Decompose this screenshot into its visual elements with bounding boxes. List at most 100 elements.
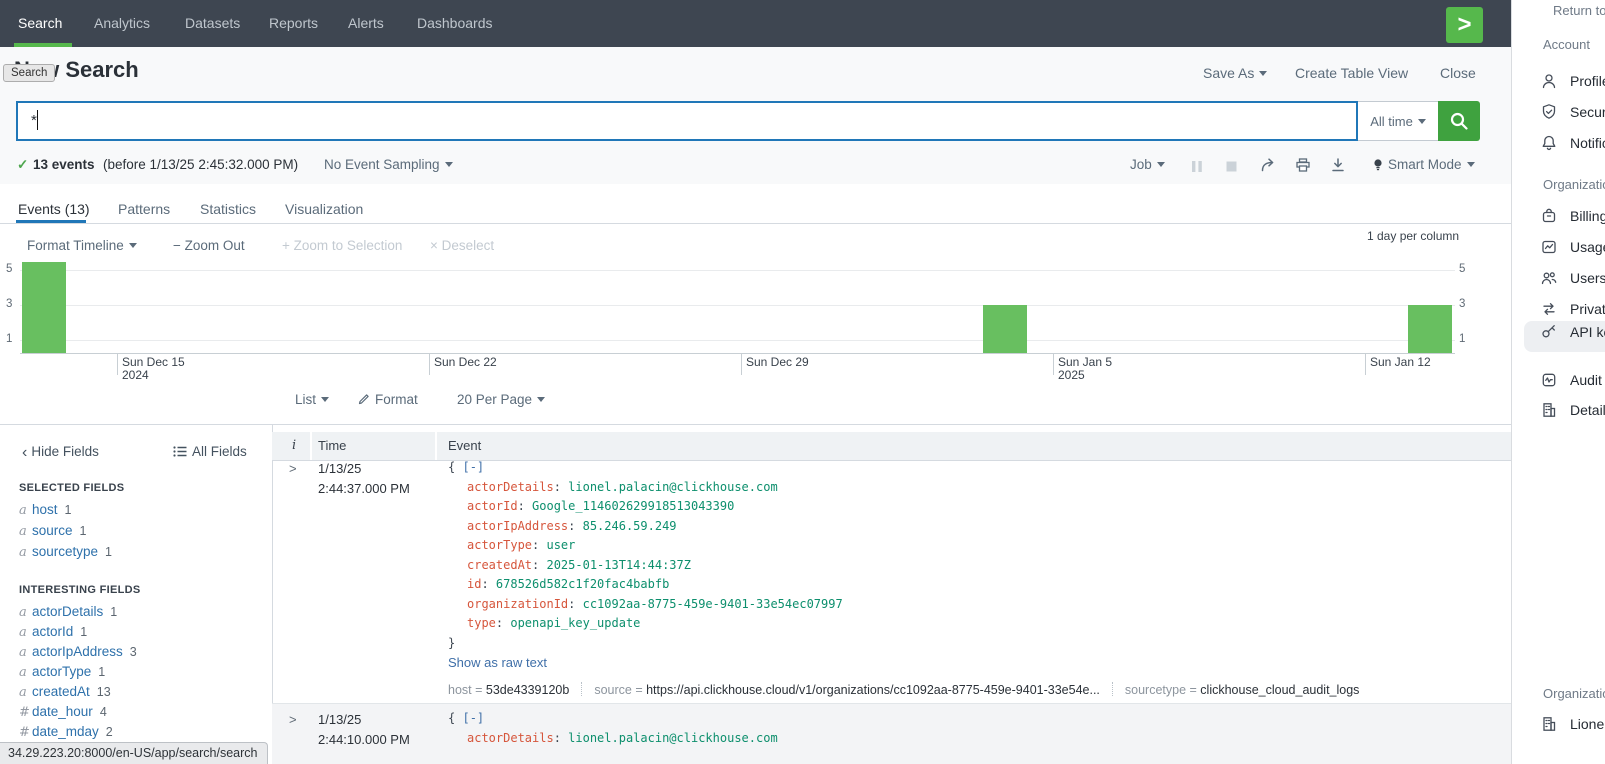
print-icon[interactable] [1296,158,1310,172]
download-icon[interactable] [1331,158,1345,172]
stop-icon [1226,161,1237,172]
field-row-actorIpAddress[interactable]: aactorIpAddress3 [19,644,137,664]
json-key[interactable]: actorId [467,499,532,513]
meta-source[interactable]: sourcehttps://api.clickhouse.cloud/v1/or… [594,683,1100,697]
field-row-date_hour[interactable]: #date_hour4 [19,704,137,724]
json-key[interactable]: type [467,616,510,630]
json-key[interactable]: organizationId [467,597,583,611]
json-key[interactable]: createdAt [467,558,546,572]
chevron-down-icon [1467,162,1475,167]
all-fields-label: All Fields [192,444,247,459]
field-row-actorType[interactable]: aactorType1 [19,664,137,684]
tab-visualization[interactable]: Visualization [285,201,363,217]
timeline-scale-note: 1 day per column [1367,230,1459,243]
menu-item-api-keys[interactable]: API keys [1570,324,1605,340]
field-row-actorDetails[interactable]: aactorDetails1 [19,604,137,624]
json-key[interactable]: id [467,577,496,591]
search-mode-dropdown[interactable]: Smart Mode [1388,157,1475,172]
field-row-source[interactable]: asource1 [19,523,112,544]
all-fields-button[interactable]: All Fields [173,444,247,459]
event-expander[interactable]: > [289,461,297,476]
nav-item-analytics[interactable]: Analytics [94,15,150,31]
menu-item-profile[interactable]: Profile [1570,73,1605,89]
zoom-out-button[interactable]: − Zoom Out [173,238,245,253]
key-icon [1540,322,1558,340]
timeline-bar[interactable] [1408,305,1452,353]
check-icon: ✓ [17,157,28,173]
account-section-header: Account [1543,37,1590,52]
bell-icon [1540,134,1558,152]
json-key[interactable]: actorIpAddress [467,519,583,533]
field-row-actorId[interactable]: aactorId1 [19,624,137,644]
tab-patterns[interactable]: Patterns [118,201,170,217]
collapse-json-link[interactable]: [-] [462,460,484,474]
per-page-dropdown[interactable]: 20 Per Page [457,392,545,407]
nav-item-dashboards[interactable]: Dashboards [417,15,493,31]
time-range-picker[interactable]: All time [1358,101,1439,141]
chevron-left-icon: ‹ [22,444,27,461]
menu-item-private-endpoints[interactable]: Private endpoints [1570,301,1605,317]
menu-item-notifications[interactable]: Notifications [1570,135,1605,151]
create-table-view-button[interactable]: Create Table View [1295,65,1408,81]
deselect-button: × Deselect [430,238,494,253]
field-row-sourcetype[interactable]: asourcetype1 [19,544,112,565]
menu-item-details[interactable]: Details [1570,402,1605,418]
building-icon [1540,715,1558,733]
column-divider [435,432,437,460]
json-value[interactable]: lionel.palacin@clickhouse.com [568,731,778,745]
hide-fields-button[interactable]: ‹Hide Fields [22,444,99,462]
timeline-bar[interactable] [22,262,66,353]
job-menu[interactable]: Job [1130,157,1165,172]
json-value[interactable]: 678526d582c1f20fac4babfb [496,577,669,591]
json-value[interactable]: Google_114602629918513043390 [532,499,734,513]
lightbulb-icon [1372,158,1384,173]
splunk-logo-icon[interactable]: > [1446,7,1483,43]
menu-item-security[interactable]: Security [1570,104,1605,120]
format-timeline-dropdown[interactable]: Format Timeline [27,238,137,253]
menu-item-audit[interactable]: Audit [1570,372,1602,388]
nav-item-search[interactable]: Search [18,15,62,31]
json-key[interactable]: actorType [467,538,546,552]
meta-sourcetype[interactable]: sourcetypeclickhouse_cloud_audit_logs [1125,683,1360,697]
menu-item-billing[interactable]: Billing [1570,208,1605,224]
field-row-host[interactable]: ahost1 [19,502,112,523]
save-as-button[interactable]: Save As [1203,65,1267,81]
close-button[interactable]: Close [1440,65,1476,81]
json-value[interactable]: 85.246.59.249 [583,519,677,533]
field-row-date_mday[interactable]: #date_mday2 [19,724,137,744]
search-icon [1449,111,1469,131]
field-row-createdAt[interactable]: acreatedAt13 [19,684,137,704]
json-value[interactable]: cc1092aa-8775-459e-9401-33e54ec07997 [583,597,843,611]
job-label: Job [1130,157,1152,172]
show-raw-text-link[interactable]: Show as raw text [448,655,547,670]
json-value[interactable]: user [546,538,575,552]
json-key[interactable]: actorDetails [467,480,568,494]
nav-item-datasets[interactable]: Datasets [185,15,240,31]
event-sampling-dropdown[interactable]: No Event Sampling [324,157,453,172]
nav-item-alerts[interactable]: Alerts [348,15,384,31]
tab-statistics[interactable]: Statistics [200,201,256,217]
return-to-link[interactable]: Return to [1553,3,1605,18]
x-tick-label: Sun Jan 52025 [1058,356,1112,382]
column-header-event: Event [448,438,481,453]
nav-item-reports[interactable]: Reports [269,15,318,31]
format-button[interactable]: Format [358,392,418,407]
json-key[interactable]: actorDetails [467,731,568,745]
share-icon[interactable] [1261,158,1276,172]
menu-item-users[interactable]: Users [1570,270,1605,286]
search-input[interactable]: * [16,101,1358,141]
menu-item-usage[interactable]: Usage [1570,239,1605,255]
y-tick-left-1: 1 [6,333,12,345]
results-top-border [0,424,1512,425]
tab-events[interactable]: Events (13) [18,201,90,217]
json-value[interactable]: 2025-01-13T14:44:37Z [546,558,691,572]
event-expander[interactable]: > [289,712,297,727]
meta-host[interactable]: host53de4339120b [448,683,569,697]
list-view-dropdown[interactable]: List [295,392,329,407]
json-value[interactable]: lionel.palacin@clickhouse.com [568,480,778,494]
search-button[interactable] [1438,101,1480,141]
menu-item-organization-lionel[interactable]: Lionel [1570,716,1605,732]
timeline-bar[interactable] [983,305,1027,353]
json-value[interactable]: openapi_key_update [510,616,640,630]
collapse-json-link[interactable]: [-] [462,711,484,725]
